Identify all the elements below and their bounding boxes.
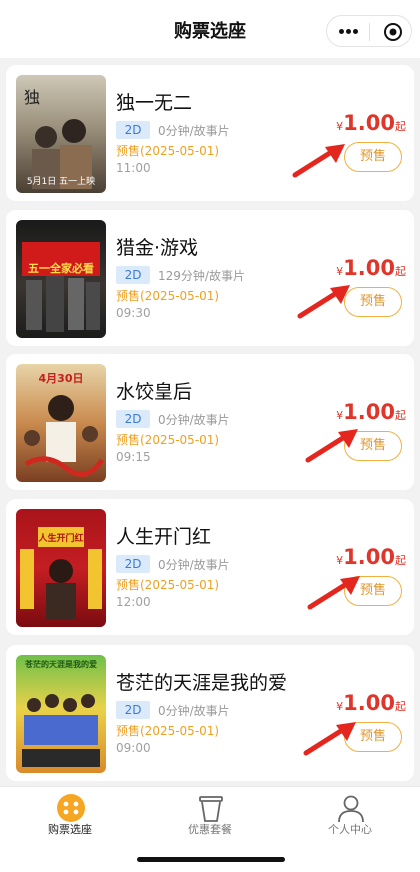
red-arrow-annotation <box>303 722 356 756</box>
movie-poster[interactable]: 苍茫的天涯是我的爱 <box>16 655 106 773</box>
poster-art <box>22 242 100 332</box>
show-time: 09:00 <box>116 741 151 755</box>
close-target-icon[interactable] <box>383 22 403 42</box>
more-icon[interactable] <box>339 29 359 35</box>
presale-date: 预售(2025-05-01) <box>116 144 220 158</box>
red-arrow-annotation <box>307 576 360 610</box>
show-time: 12:00 <box>116 595 151 609</box>
presale-date: 预售(2025-05-01) <box>116 289 220 303</box>
movie-meta: 0分钟/故事片 <box>158 558 230 572</box>
format-badge: 2D <box>116 701 150 719</box>
movie-title[interactable]: 人生开门红 <box>116 522 211 549</box>
price: ¥1.00起 <box>336 545 406 569</box>
cup-icon <box>199 796 223 822</box>
movie-title[interactable]: 猎金·游戏 <box>116 233 198 260</box>
red-arrow-annotation <box>292 144 345 178</box>
red-arrow-annotation <box>297 285 350 319</box>
show-time: 11:00 <box>116 161 151 175</box>
top-bar: 购票选座 <box>0 0 420 58</box>
svg-text:独: 独 <box>24 88 40 107</box>
movie-poster[interactable]: 五一全家必看 <box>16 220 106 338</box>
poster-art <box>20 527 102 619</box>
price-suffix: 起 <box>395 700 406 713</box>
show-time: 09:15 <box>116 450 151 464</box>
price: ¥1.00起 <box>336 691 406 715</box>
poster-caption: 苍茫的天涯是我的爱 <box>25 660 97 669</box>
ticket-seat-icon <box>57 794 85 822</box>
presale-date: 预售(2025-05-01) <box>116 433 220 447</box>
tab-label: 优惠套餐 <box>188 823 232 836</box>
price-suffix: 起 <box>395 409 406 422</box>
movie-card[interactable]: 人生开门红 人生开门红 2D 0分钟/故事片 预售(2025-05-01) 12… <box>6 499 414 635</box>
tab-label: 个人中心 <box>328 823 372 836</box>
poster-caption: 4月30日 <box>38 372 84 385</box>
presale-date: 预售(2025-05-01) <box>116 724 220 738</box>
price-suffix: 起 <box>395 265 406 278</box>
price: ¥1.00起 <box>336 111 406 135</box>
tab-label: 购票选座 <box>48 823 92 836</box>
poster-art <box>22 694 100 767</box>
movie-meta: 0分钟/故事片 <box>158 124 230 138</box>
movie-poster[interactable]: 独 5月1日 五一上映 <box>16 75 106 193</box>
movie-meta: 0分钟/故事片 <box>158 413 230 427</box>
price-value: 1.00 <box>343 111 395 135</box>
movie-poster[interactable]: 人生开门红 <box>16 509 106 627</box>
movie-meta: 129分钟/故事片 <box>158 269 245 283</box>
mini-program-capsule <box>326 15 412 47</box>
format-badge: 2D <box>116 555 150 573</box>
movie-title[interactable]: 水饺皇后 <box>116 377 192 404</box>
movie-card[interactable]: 独 5月1日 五一上映 独一无二 2D 0分钟/故事片 预售(2025-05-0… <box>6 65 414 201</box>
movie-card[interactable]: 苍茫的天涯是我的爱 苍茫的天涯是我的爱 2D 0分钟/故事片 预售(2025-0… <box>6 645 414 781</box>
price-suffix: 起 <box>395 120 406 133</box>
format-badge: 2D <box>116 121 150 139</box>
movie-poster[interactable]: 4月30日 <box>16 364 106 482</box>
movie-card[interactable]: 五一全家必看 猎金·游戏 2D 129分钟/故事片 预售(2025-05-01)… <box>6 210 414 346</box>
movie-title[interactable]: 苍茫的天涯是我的爱 <box>116 668 287 695</box>
capsule-divider <box>369 23 370 41</box>
price-value: 1.00 <box>343 256 395 280</box>
poster-caption: 人生开门红 <box>38 534 84 544</box>
price: ¥1.00起 <box>336 400 406 424</box>
red-arrow-annotation <box>305 429 358 463</box>
price-value: 1.00 <box>343 691 395 715</box>
show-time: 09:30 <box>116 306 151 320</box>
price-value: 1.00 <box>343 545 395 569</box>
tab-combo-deals[interactable]: 优惠套餐 <box>160 787 260 847</box>
format-badge: 2D <box>116 410 150 428</box>
format-badge: 2D <box>116 266 150 284</box>
presale-date: 预售(2025-05-01) <box>116 578 220 592</box>
price-value: 1.00 <box>343 400 395 424</box>
poster-caption: 5月1日 五一上映 <box>26 177 96 187</box>
tab-ticket-seat[interactable]: 购票选座 <box>20 787 120 847</box>
movie-card[interactable]: 4月30日 水饺皇后 2D 0分钟/故事片 预售(2025-05-01) 09:… <box>6 354 414 490</box>
person-icon <box>338 795 364 823</box>
price-suffix: 起 <box>395 554 406 567</box>
movie-meta: 0分钟/故事片 <box>158 704 230 718</box>
poster-caption: 五一全家必看 <box>28 262 94 275</box>
presale-button[interactable]: 预售 <box>344 142 402 172</box>
price: ¥1.00起 <box>336 256 406 280</box>
home-indicator[interactable] <box>137 857 285 862</box>
tab-profile[interactable]: 个人中心 <box>300 787 400 847</box>
movie-title[interactable]: 独一无二 <box>116 88 192 115</box>
